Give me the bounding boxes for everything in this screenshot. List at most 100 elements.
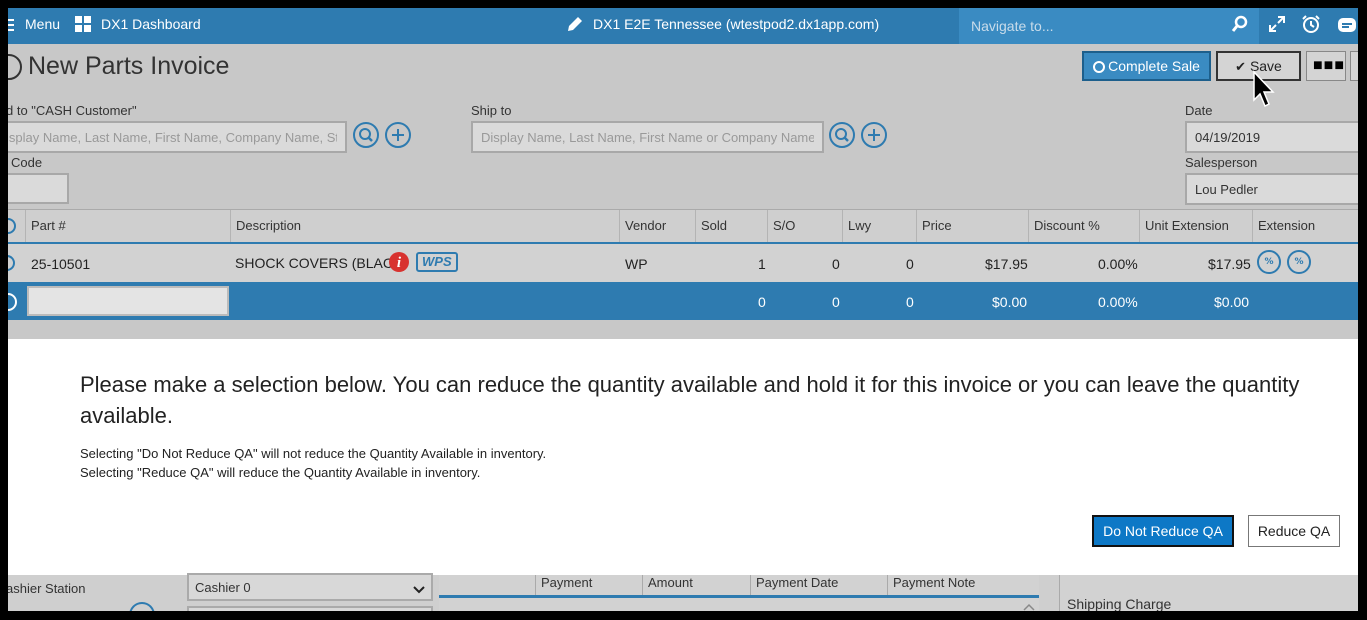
col-discount[interactable]: Discount % — [1028, 210, 1140, 242]
unit-extension: $17.95 — [1208, 256, 1251, 272]
salesperson-label: Salesperson — [1185, 155, 1258, 170]
do-not-reduce-qa-button[interactable]: Do Not Reduce QA — [1092, 515, 1234, 547]
pencil-icon[interactable] — [566, 15, 584, 33]
payment-date-col: Payment Date — [750, 575, 838, 595]
expand-icon[interactable] — [1268, 15, 1286, 33]
checkmark-icon: ✔ — [1235, 58, 1247, 74]
discount[interactable]: 0.00% — [1098, 256, 1138, 272]
scroll-up-icon[interactable] — [1023, 599, 1035, 611]
grid-icon — [75, 16, 91, 32]
sale-icon — [1093, 61, 1106, 73]
sold-to-search-button[interactable] — [353, 122, 379, 148]
complete-sale-button[interactable]: Complete Sale — [1082, 51, 1211, 81]
entry-lwy: 0 — [906, 294, 914, 310]
site-title: DX1 E2E Tennessee (wtestpod2.dx1app.com) — [593, 16, 880, 32]
search-icon — [835, 128, 849, 142]
navigate-search-box — [959, 8, 1259, 44]
date-input[interactable] — [1185, 121, 1358, 153]
entry-discount: 0.00% — [1098, 294, 1138, 310]
col-vendor[interactable]: Vendor — [619, 210, 696, 242]
dashboard-link[interactable]: DX1 Dashboard — [101, 8, 201, 44]
menu-button[interactable]: Menu — [25, 8, 60, 44]
vendor: WP — [625, 256, 648, 272]
more-button[interactable]: ■■■ — [1306, 51, 1346, 81]
sold-to-label: d to "CASH Customer" — [8, 103, 137, 118]
sold-to-input[interactable] — [8, 121, 347, 153]
top-navigation-bar: Menu DX1 Dashboard DX1 E2E Tennessee (wt… — [8, 8, 1358, 44]
extra-button[interactable] — [1350, 51, 1358, 81]
col-so[interactable]: S/O — [767, 210, 842, 242]
app-frame: Menu DX1 Dashboard DX1 E2E Tennessee (wt… — [8, 8, 1358, 611]
ship-to-label: Ship to — [471, 103, 512, 118]
tax-icon[interactable]: % — [1287, 250, 1311, 274]
search-icon — [359, 128, 373, 142]
add-circle-icon[interactable] — [8, 54, 22, 80]
line-items-table-header: Part # Description Vendor Sold S/O Lwy P… — [8, 209, 1358, 245]
cashier-select[interactable]: Cashier 0 — [187, 573, 433, 601]
complete-sale-label: Complete Sale — [1108, 58, 1200, 74]
part-description: SHOCK COVERS (BLACK) — [235, 255, 407, 271]
dialog-note-reduce: Selecting "Reduce QA" will reduce the Qu… — [80, 465, 481, 480]
entry-so: 0 — [832, 294, 840, 310]
svg-text:%: % — [1294, 257, 1303, 267]
date-label: Date — [1185, 103, 1213, 118]
search-icon[interactable] — [8, 292, 20, 312]
svg-text:%: % — [1264, 257, 1273, 267]
salesperson-input[interactable] — [1185, 173, 1358, 205]
payment-note-col: Payment Note — [887, 575, 975, 595]
chat-icon[interactable] — [1337, 16, 1357, 34]
payment-area: ashier Station Cashier 0 Payment Amount … — [8, 573, 1358, 611]
more-icon: ■■■ — [1313, 57, 1345, 74]
col-description[interactable]: Description — [230, 210, 620, 242]
quantity-selection-dialog: Please make a selection below. You can r… — [8, 339, 1358, 575]
cashier-station-icon — [129, 602, 155, 611]
table-row[interactable]: 25-10501 SHOCK COVERS (BLACK) i WPS WP 1… — [8, 244, 1358, 282]
delete-row-icon[interactable] — [8, 254, 18, 272]
discount-icon[interactable]: % — [1257, 250, 1281, 274]
page-title: New Parts Invoice — [28, 52, 230, 80]
ship-to-add-button[interactable] — [861, 122, 887, 148]
col-part[interactable]: Part # — [25, 210, 231, 242]
columns-icon[interactable] — [8, 217, 18, 235]
ship-to-search-button[interactable] — [829, 122, 855, 148]
payment-col: Payment — [535, 575, 592, 595]
info-badge-icon[interactable]: i — [388, 251, 410, 273]
part-number[interactable]: 25-10501 — [31, 256, 90, 272]
payments-table: Payment Amount Payment Date Payment Note — [439, 575, 1039, 611]
reduce-qa-button[interactable]: Reduce QA — [1248, 515, 1340, 547]
lwy-qty[interactable]: 0 — [906, 256, 914, 272]
amount-col: Amount — [642, 575, 693, 595]
search-icon[interactable] — [1231, 15, 1249, 33]
dialog-heading: Please make a selection below. You can r… — [80, 372, 1300, 428]
plus-icon — [868, 129, 880, 141]
price[interactable]: $17.95 — [985, 256, 1028, 272]
hamburger-icon[interactable] — [8, 18, 14, 32]
ship-to-input[interactable] — [471, 121, 824, 153]
alarm-icon[interactable] — [1301, 14, 1321, 34]
col-lwy[interactable]: Lwy — [842, 210, 917, 242]
entry-sold: 0 — [758, 294, 766, 310]
cursor-pointer-icon — [1252, 70, 1276, 112]
code-input[interactable] — [8, 173, 69, 204]
entry-unit-extension: $0.00 — [1214, 294, 1250, 310]
totals-panel: Shipping Charge — [1059, 575, 1358, 611]
so-qty[interactable]: 0 — [832, 256, 840, 272]
col-extension[interactable]: Extension — [1252, 210, 1358, 242]
new-line-entry-row: 0 0 0 $0.00 0.00% $0.00 — [8, 282, 1358, 320]
navigate-input[interactable] — [969, 15, 1223, 37]
col-sold[interactable]: Sold — [695, 210, 767, 242]
part-entry-input[interactable] — [27, 286, 229, 316]
sold-qty[interactable]: 1 — [758, 256, 766, 272]
cashier-secondary-field[interactable] — [187, 606, 433, 611]
sold-to-add-button[interactable] — [385, 122, 411, 148]
plus-icon — [392, 129, 404, 141]
col-price[interactable]: Price — [916, 210, 1029, 242]
payments-header: Payment Amount Payment Date Payment Note — [439, 575, 1039, 598]
chevron-down-icon — [413, 582, 425, 594]
col-unit-extension[interactable]: Unit Extension — [1139, 210, 1253, 242]
cashier-station-label: ashier Station — [8, 581, 86, 596]
dialog-note-do-not-reduce: Selecting "Do Not Reduce QA" will not re… — [80, 446, 547, 461]
brand-badge: WPS — [416, 252, 458, 272]
shipping-charge-label: Shipping Charge — [1067, 596, 1172, 611]
entry-price: $0.00 — [992, 294, 1028, 310]
